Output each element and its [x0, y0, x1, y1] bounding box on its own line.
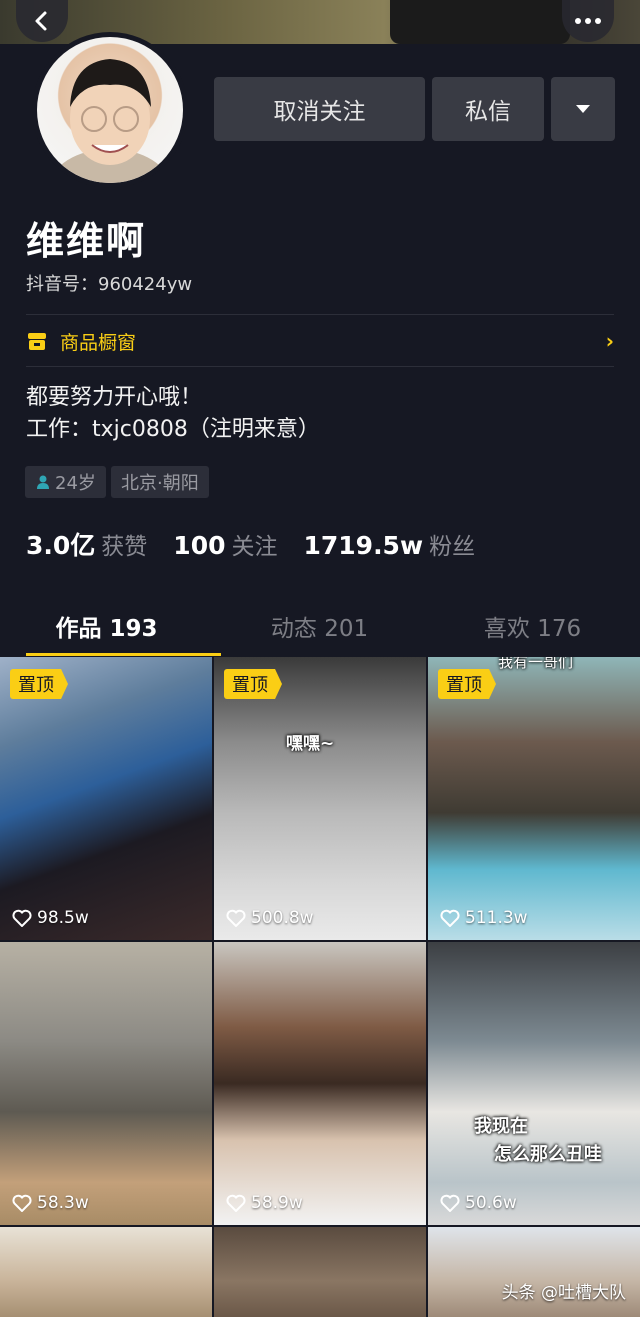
heart-icon — [12, 909, 32, 927]
video-likes-count: 58.3w — [37, 1193, 89, 1213]
pinned-badge: 置顶 — [10, 669, 68, 699]
unfollow-button[interactable]: 取消关注 — [214, 77, 425, 141]
video-likes: 511.3w — [440, 908, 528, 928]
location-tag: 北京·朝阳 — [111, 466, 209, 498]
video-likes-count: 500.8w — [251, 908, 314, 928]
shop-window-row[interactable]: 商品橱窗 › — [26, 316, 614, 366]
video-caption-2: 怎么那么丑哇 — [494, 1144, 602, 1165]
tab-activity[interactable]: 动态 201 — [213, 596, 426, 656]
video-item[interactable]: 头条 @吐槽大队 — [428, 1227, 640, 1317]
content-tabs: 作品 193 动态 201 喜欢 176 — [0, 596, 640, 656]
video-caption: 我现在 — [474, 1116, 528, 1137]
bio-line-1: 都要努力开心哦！ — [26, 385, 203, 410]
video-likes-count: 98.5w — [37, 908, 89, 928]
video-likes: 58.3w — [12, 1193, 89, 1213]
video-caption: 嘿嘿~ — [286, 734, 335, 754]
heart-icon — [226, 1194, 246, 1212]
likes-label: 获赞 — [101, 534, 148, 560]
video-item[interactable] — [214, 1227, 426, 1317]
divider-bottom — [26, 366, 614, 367]
video-likes: 98.5w — [12, 908, 89, 928]
followers-label[interactable]: 粉丝 — [429, 527, 475, 561]
likes-count: 3.0亿 — [26, 531, 96, 560]
video-likes-count: 50.6w — [465, 1193, 517, 1213]
heart-icon — [226, 909, 246, 927]
video-grid: 置顶 98.5w 置顶 嘿嘿~ 500.8w 我有一哥们 置顶 511.3w 5… — [0, 657, 640, 1317]
pinned-badge: 置顶 — [224, 669, 282, 699]
watermark: 头条 @吐槽大队 — [501, 1283, 626, 1303]
video-likes: 500.8w — [226, 908, 314, 928]
video-item[interactable]: 置顶 98.5w — [0, 657, 212, 940]
following-count[interactable]: 100 — [173, 531, 225, 560]
tab-liked[interactable]: 喜欢 176 — [426, 596, 639, 656]
bio: 都要努力开心哦！ 工作：txjc0808（注明来意） — [26, 382, 320, 446]
video-item[interactable]: 58.9w — [214, 942, 426, 1225]
video-caption: 我有一哥们 — [498, 657, 574, 671]
pinned-badge: 置顶 — [438, 669, 496, 699]
avatar-image — [37, 37, 183, 183]
video-item[interactable]: 置顶 嘿嘿~ 500.8w — [214, 657, 426, 940]
more-icon — [575, 18, 601, 24]
age-label: 24岁 — [55, 473, 96, 494]
followers-count[interactable]: 1719.5w — [303, 531, 423, 560]
age-tag: 24岁 — [25, 466, 106, 498]
profile-name: 维维啊 — [26, 219, 147, 263]
video-item[interactable]: 我有一哥们 置顶 511.3w — [428, 657, 640, 940]
divider-top — [26, 314, 614, 315]
chevron-left-icon — [35, 11, 47, 31]
cover-figure — [390, 0, 570, 44]
location-label: 北京·朝阳 — [121, 473, 199, 494]
video-item[interactable] — [0, 1227, 212, 1317]
chevron-right-icon: › — [605, 329, 614, 353]
message-button[interactable]: 私信 — [432, 77, 544, 141]
unfollow-label: 取消关注 — [273, 99, 366, 125]
bio-line-2: 工作：txjc0808（注明来意） — [26, 417, 320, 442]
heart-icon — [440, 1194, 460, 1212]
video-likes-count: 511.3w — [465, 908, 528, 928]
caret-down-icon — [576, 105, 590, 113]
heart-icon — [440, 909, 460, 927]
shop-label: 商品橱窗 — [60, 331, 137, 354]
message-label: 私信 — [465, 99, 511, 125]
video-likes: 58.9w — [226, 1193, 303, 1213]
douyin-id: 抖音号：960424yw — [26, 274, 193, 295]
person-icon — [37, 475, 49, 489]
following-label[interactable]: 关注 — [231, 527, 277, 561]
tab-works[interactable]: 作品 193 — [0, 596, 221, 656]
avatar[interactable] — [32, 32, 188, 188]
stats-row: 3.0亿 获赞 100 关注 1719.5w 粉丝 — [26, 526, 501, 562]
video-item[interactable]: 我现在 怎么那么丑哇 50.6w — [428, 942, 640, 1225]
dropdown-button[interactable] — [551, 77, 615, 141]
video-item[interactable]: 58.3w — [0, 942, 212, 1225]
shop-icon — [28, 333, 46, 350]
video-likes: 50.6w — [440, 1193, 517, 1213]
heart-icon — [12, 1194, 32, 1212]
video-likes-count: 58.9w — [251, 1193, 303, 1213]
